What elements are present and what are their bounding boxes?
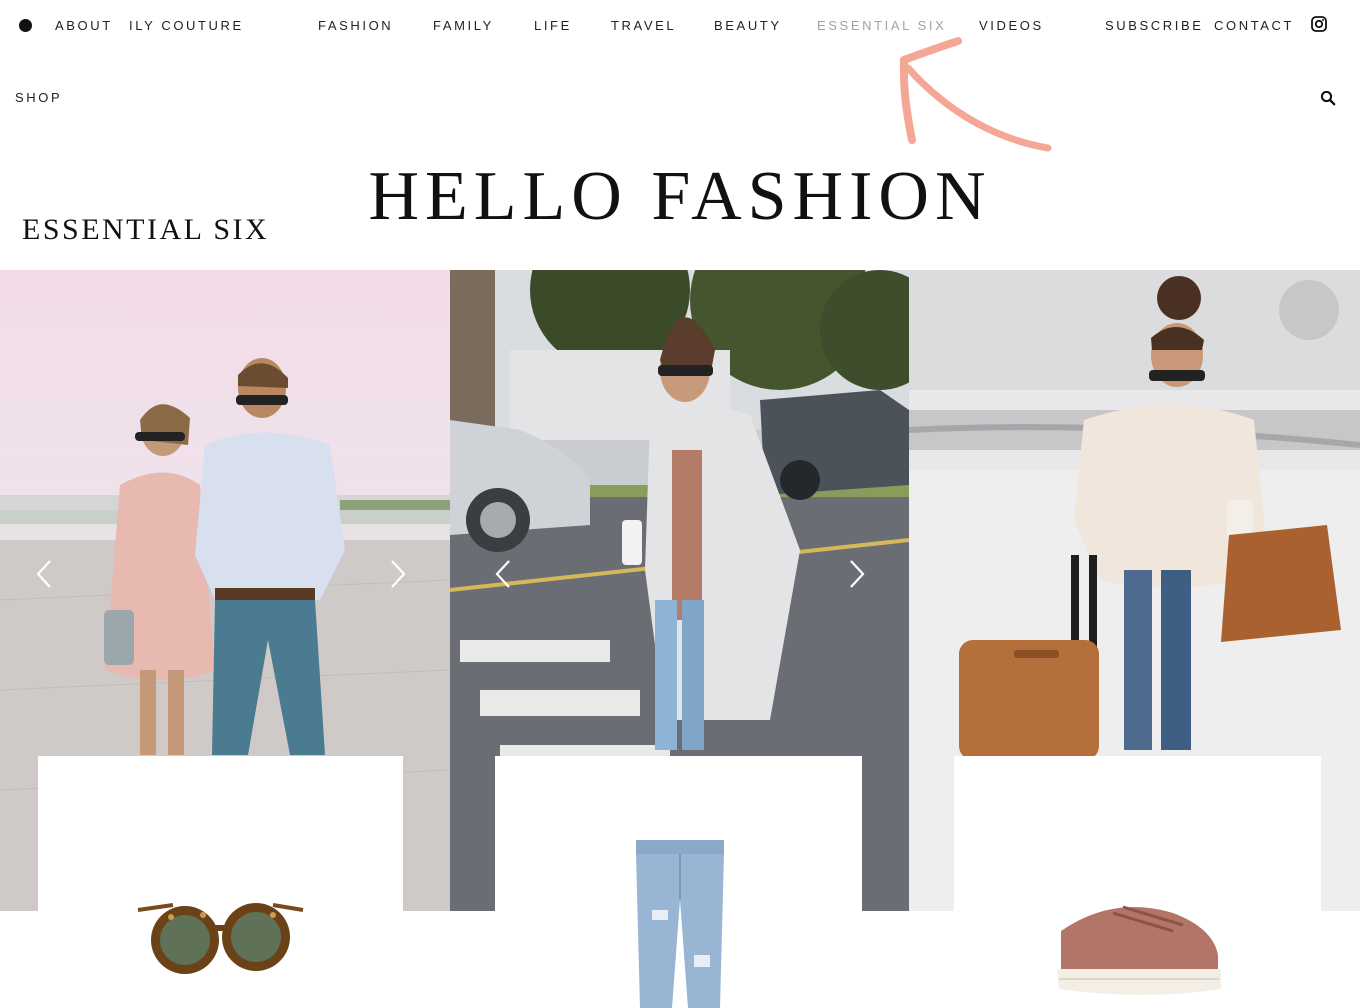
search-icon[interactable] [1320,90,1336,106]
nav-shop[interactable]: SHOP [15,90,62,105]
chevron-right-icon[interactable] [848,558,866,590]
nav-contact[interactable]: CONTACT [1214,18,1294,34]
instagram-icon[interactable] [1311,16,1327,32]
chevron-left-icon[interactable] [494,558,512,590]
nav-family[interactable]: FAMILY [433,18,494,34]
logo-dot-icon[interactable] [19,19,32,32]
nav-subscribe[interactable]: SUBSCRIBE [1105,18,1204,34]
nav-fashion[interactable]: FASHION [318,18,393,34]
pink-velvet-sneaker[interactable] [1053,893,1223,999]
tortoise-sunglasses[interactable] [133,895,308,985]
distressed-jeans[interactable] [634,840,726,1008]
nav-ily-couture[interactable]: ILY COUTURE [129,18,244,34]
nav-beauty[interactable]: BEAUTY [714,18,782,34]
nav-travel[interactable]: TRAVEL [611,18,676,34]
top-navigation: ABOUT ILY COUTURE FASHION FAMILY LIFE TR… [0,0,1360,52]
section-title: ESSENTIAL SIX [22,213,270,246]
pink-arrow-icon [899,37,1052,152]
chevron-right-icon[interactable] [389,558,407,590]
chevron-left-icon[interactable] [35,558,53,590]
nav-about[interactable]: ABOUT [55,18,113,34]
nav-life[interactable]: LIFE [534,18,572,34]
